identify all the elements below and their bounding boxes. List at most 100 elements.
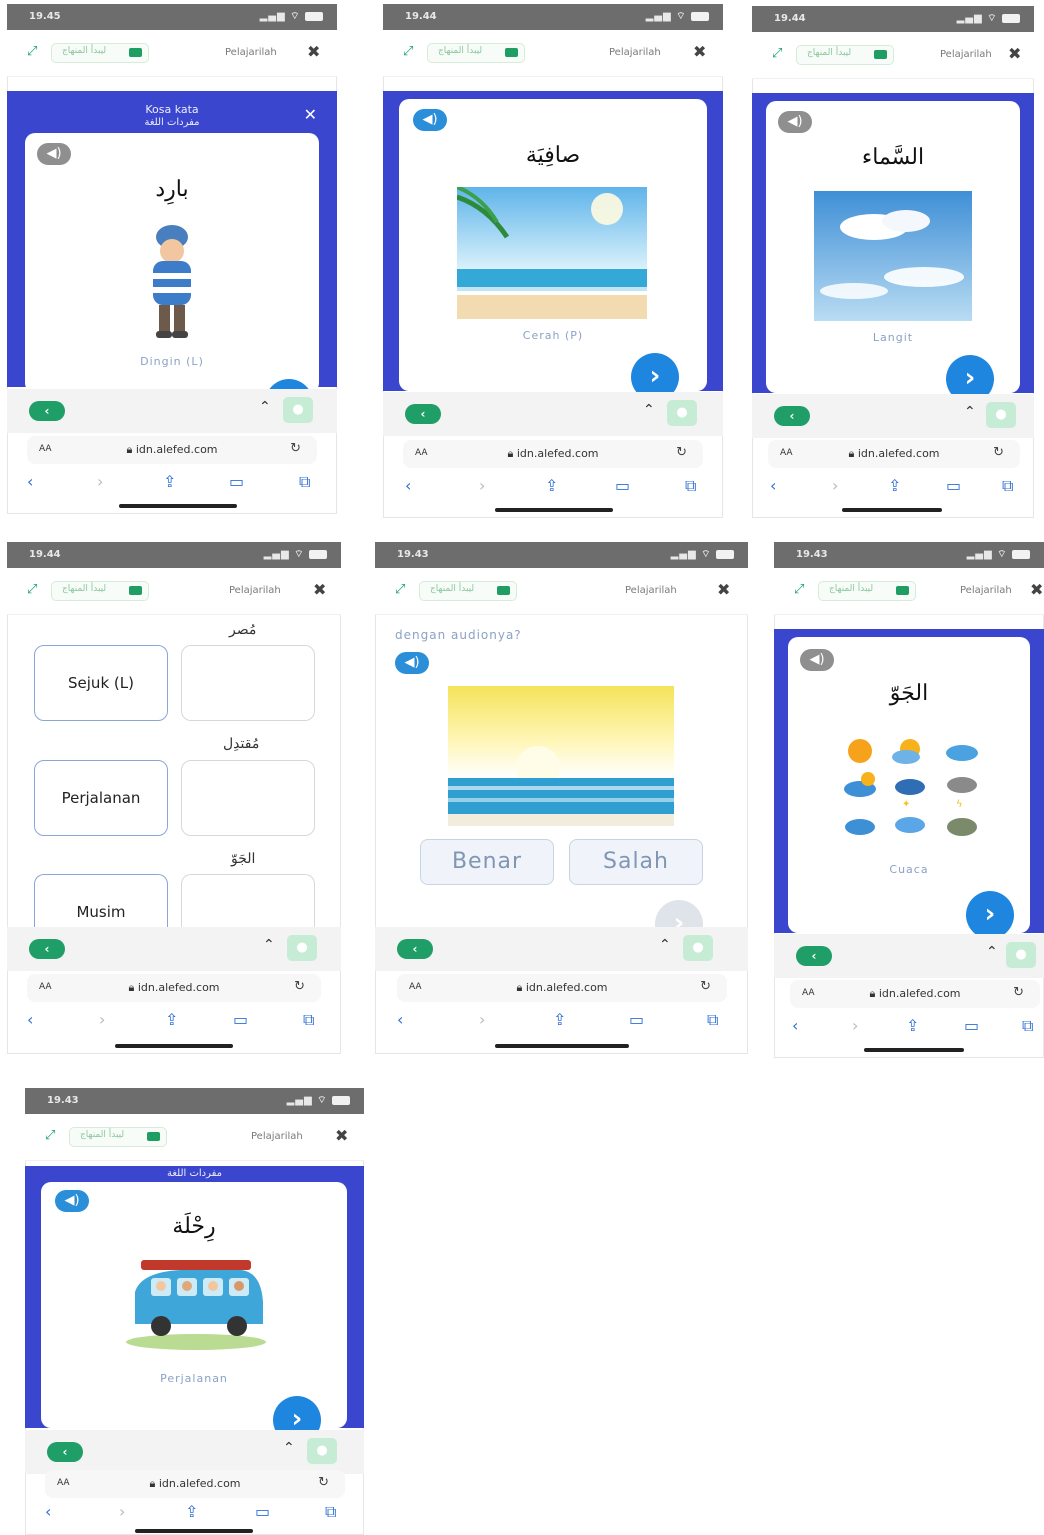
- bookmarks-icon[interactable]: ▭: [229, 472, 244, 491]
- start-curriculum-pill[interactable]: ليبدأ المنهاج: [419, 581, 517, 601]
- back-button[interactable]: ‹: [397, 939, 433, 959]
- back-button[interactable]: ‹: [29, 939, 65, 959]
- reload-icon[interactable]: ↻: [1013, 985, 1024, 1000]
- chevron-up-icon[interactable]: ⌃: [964, 404, 976, 420]
- start-curriculum-pill[interactable]: ليبدأ المنهاج: [427, 43, 525, 63]
- reload-icon[interactable]: ↻: [318, 1475, 329, 1490]
- bookmarks-icon[interactable]: ▭: [615, 476, 630, 495]
- start-curriculum-pill[interactable]: ليبدأ المنهاج: [69, 1127, 167, 1147]
- share-icon[interactable]: ⇪: [553, 1010, 566, 1029]
- chevron-up-icon[interactable]: ⌃: [659, 937, 671, 953]
- tabs-icon[interactable]: ⧉: [685, 476, 696, 496]
- close-panel-icon[interactable]: ✕: [304, 105, 317, 124]
- back-button[interactable]: ‹: [774, 406, 810, 426]
- tabs-icon[interactable]: ⧉: [299, 472, 310, 492]
- share-icon[interactable]: ⇪: [165, 1010, 178, 1029]
- back-arrow-icon[interactable]: ‹: [792, 1016, 798, 1035]
- close-icon[interactable]: ✖: [313, 580, 326, 599]
- bookmarks-icon[interactable]: ▭: [629, 1010, 644, 1029]
- forward-arrow-icon[interactable]: ›: [97, 472, 103, 491]
- forward-arrow-icon[interactable]: ›: [852, 1016, 858, 1035]
- reload-icon[interactable]: ↻: [700, 979, 711, 994]
- close-icon[interactable]: ✖: [307, 42, 320, 61]
- tabs-icon[interactable]: ⧉: [1022, 1016, 1033, 1036]
- hint-bulb-button[interactable]: ●: [667, 400, 697, 426]
- true-button[interactable]: Benar: [420, 839, 554, 885]
- reload-icon[interactable]: ↻: [993, 445, 1004, 460]
- chevron-up-icon[interactable]: ⌃: [263, 937, 275, 953]
- speaker-icon[interactable]: ◀): [778, 111, 812, 133]
- chevron-up-icon[interactable]: ⌃: [259, 399, 271, 415]
- expand-icon[interactable]: ⤢: [395, 582, 405, 597]
- share-icon[interactable]: ⇪: [545, 476, 558, 495]
- expand-icon[interactable]: ⤢: [772, 46, 782, 61]
- bookmarks-icon[interactable]: ▭: [233, 1010, 248, 1029]
- share-icon[interactable]: ⇪: [163, 472, 176, 491]
- hint-bulb-button[interactable]: ●: [1006, 942, 1036, 968]
- back-arrow-icon[interactable]: ‹: [397, 1010, 403, 1029]
- expand-icon[interactable]: ⤢: [794, 582, 804, 597]
- match-drop-slot-1[interactable]: [181, 645, 315, 721]
- speaker-icon[interactable]: ◀): [37, 143, 71, 165]
- hint-bulb-button[interactable]: ●: [986, 402, 1016, 428]
- hint-bulb-button[interactable]: ●: [683, 935, 713, 961]
- back-button[interactable]: ‹: [29, 401, 65, 421]
- back-button[interactable]: ‹: [47, 1442, 83, 1462]
- forward-arrow-icon[interactable]: ›: [479, 1010, 485, 1029]
- back-arrow-icon[interactable]: ‹: [27, 1010, 33, 1029]
- start-curriculum-pill[interactable]: ليبدأ المنهاج: [818, 581, 916, 601]
- match-word-1[interactable]: Sejuk (L): [34, 645, 168, 721]
- back-arrow-icon[interactable]: ‹: [45, 1502, 51, 1521]
- browser-url-bar[interactable]: AA 🔒︎ idn.alefed.com ↻: [397, 974, 727, 1002]
- back-arrow-icon[interactable]: ‹: [770, 476, 776, 495]
- tabs-icon[interactable]: ⧉: [325, 1502, 336, 1522]
- reload-icon[interactable]: ↻: [290, 441, 301, 456]
- back-arrow-icon[interactable]: ‹: [27, 472, 33, 491]
- start-curriculum-pill[interactable]: ليبدأ المنهاج: [51, 43, 149, 63]
- share-icon[interactable]: ⇪: [185, 1502, 198, 1521]
- share-icon[interactable]: ⇪: [906, 1016, 919, 1035]
- bookmarks-icon[interactable]: ▭: [946, 476, 961, 495]
- forward-arrow-icon[interactable]: ›: [99, 1010, 105, 1029]
- speaker-icon[interactable]: ◀): [395, 652, 429, 674]
- expand-icon[interactable]: ⤢: [27, 44, 37, 59]
- back-arrow-icon[interactable]: ‹: [405, 476, 411, 495]
- forward-arrow-icon[interactable]: ›: [832, 476, 838, 495]
- expand-icon[interactable]: ⤢: [27, 582, 37, 597]
- reload-icon[interactable]: ↻: [676, 445, 687, 460]
- hint-bulb-button[interactable]: ●: [287, 935, 317, 961]
- forward-arrow-icon[interactable]: ›: [479, 476, 485, 495]
- match-word-3[interactable]: Musim: [34, 874, 168, 927]
- tabs-icon[interactable]: ⧉: [1002, 476, 1013, 496]
- bookmarks-icon[interactable]: ▭: [255, 1502, 270, 1521]
- close-icon[interactable]: ✖: [1008, 44, 1021, 63]
- tabs-icon[interactable]: ⧉: [303, 1010, 314, 1030]
- close-icon[interactable]: ✖: [335, 1126, 348, 1145]
- browser-url-bar[interactable]: AA 🔒︎ idn.alefed.com ↻: [45, 1470, 345, 1498]
- chevron-up-icon[interactable]: ⌃: [643, 402, 655, 418]
- match-drop-slot-3[interactable]: [181, 874, 315, 927]
- chevron-up-icon[interactable]: ⌃: [283, 1440, 295, 1456]
- share-icon[interactable]: ⇪: [888, 476, 901, 495]
- browser-url-bar[interactable]: AA 🔒︎ idn.alefed.com ↻: [768, 440, 1020, 468]
- expand-icon[interactable]: ⤢: [403, 44, 413, 59]
- browser-url-bar[interactable]: AA 🔒︎ idn.alefed.com ↻: [27, 974, 321, 1002]
- speaker-icon[interactable]: ◀): [800, 649, 834, 671]
- expand-icon[interactable]: ⤢: [45, 1128, 55, 1143]
- close-icon[interactable]: ✖: [717, 580, 730, 599]
- speaker-icon[interactable]: ◀): [413, 109, 447, 131]
- browser-url-bar[interactable]: AA 🔒︎ idn.alefed.com ↻: [403, 440, 703, 468]
- match-drop-slot-2[interactable]: [181, 760, 315, 836]
- back-button[interactable]: ‹: [796, 946, 832, 966]
- hint-bulb-button[interactable]: ●: [283, 397, 313, 423]
- bookmarks-icon[interactable]: ▭: [964, 1016, 979, 1035]
- speaker-icon[interactable]: ◀): [55, 1190, 89, 1212]
- browser-url-bar[interactable]: AA 🔒︎ idn.alefed.com ↻: [790, 980, 1040, 1008]
- tabs-icon[interactable]: ⧉: [707, 1010, 718, 1030]
- match-word-2[interactable]: Perjalanan: [34, 760, 168, 836]
- hint-bulb-button[interactable]: ●: [307, 1438, 337, 1464]
- chevron-up-icon[interactable]: ⌃: [986, 944, 998, 960]
- next-button[interactable]: ›: [966, 891, 1014, 939]
- start-curriculum-pill[interactable]: ليبدأ المنهاج: [796, 45, 894, 65]
- reload-icon[interactable]: ↻: [294, 979, 305, 994]
